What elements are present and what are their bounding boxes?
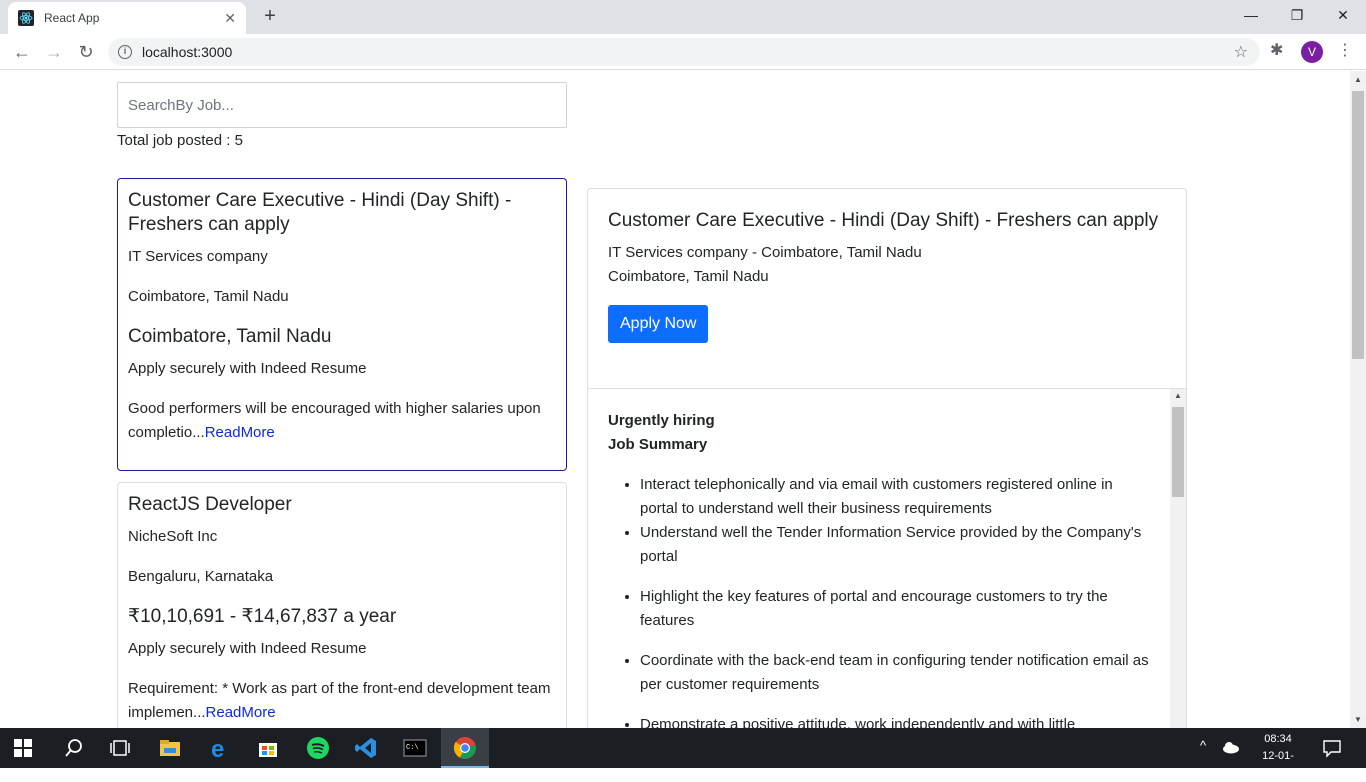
url-text[interactable]: localhost:3000: [142, 44, 232, 60]
tab-close-icon[interactable]: ✕: [224, 10, 236, 27]
chrome-taskbar-button[interactable]: [441, 728, 489, 768]
job-salary: ₹10,10,691 - ₹14,67,837 a year: [128, 606, 397, 627]
tab-title: React App: [44, 11, 100, 25]
job-description: Urgently hiring Job Summary Interact tel…: [588, 389, 1170, 728]
list-item: Coordinate with the back-end team in con…: [640, 649, 1150, 697]
page-scrollbar[interactable]: ▲ ▼: [1350, 71, 1366, 728]
clock-date: 12-01-2021: [1262, 750, 1294, 779]
description-scrollbar[interactable]: ▲: [1170, 389, 1186, 728]
responsibilities-list: Interact telephonically and via email wi…: [608, 473, 1150, 728]
back-icon[interactable]: ←: [10, 40, 34, 64]
notification-icon[interactable]: [1322, 738, 1342, 758]
scrollbar-thumb[interactable]: [1172, 407, 1184, 497]
detail-title: Customer Care Executive - Hindi (Day Shi…: [608, 210, 1159, 231]
detail-company-line: IT Services company - Coimbatore, Tamil …: [608, 244, 922, 261]
chrome-icon: [453, 737, 476, 759]
browser-tab-strip: React App ✕ + — ❐ ✕: [0, 0, 1366, 34]
info-icon[interactable]: i: [118, 45, 132, 59]
job-title: ReactJS Developer: [128, 494, 292, 515]
extensions-icon[interactable]: ✱: [1270, 40, 1283, 60]
urgently-hiring-heading: Urgently hiring: [608, 412, 715, 429]
job-apply-note: Apply securely with Indeed Resume: [128, 360, 367, 377]
vscode-icon[interactable]: [354, 736, 378, 760]
job-apply-note: Apply securely with Indeed Resume: [128, 640, 367, 657]
job-company: NicheSoft Inc: [128, 528, 218, 545]
list-item: Interact telephonically and via email wi…: [640, 473, 1150, 521]
bookmark-star-icon[interactable]: ☆: [1234, 42, 1248, 62]
scroll-up-icon[interactable]: ▲: [1174, 391, 1182, 400]
job-snippet-text: Good performers will be encouraged with …: [128, 400, 541, 441]
job-company: IT Services company: [128, 248, 268, 265]
svg-text:C:\: C:\: [406, 744, 419, 752]
scroll-up-icon[interactable]: ▲: [1354, 75, 1362, 84]
job-snippet: Requirement: * Work as part of the front…: [128, 677, 556, 725]
restore-button[interactable]: ❐: [1274, 0, 1320, 30]
minimize-button[interactable]: —: [1228, 0, 1274, 30]
browser-toolbar: ← → ↻ i localhost:3000 ☆: [0, 34, 1366, 70]
job-detail-header: Customer Care Executive - Hindi (Day Shi…: [588, 189, 1186, 389]
list-item: Demonstrate a positive attitude, work in…: [640, 713, 1150, 728]
list-item: Highlight the key features of portal and…: [640, 585, 1150, 633]
list-item: Understand well the Tender Information S…: [640, 521, 1150, 569]
job-title: Customer Care Executive - Hindi (Day Shi…: [128, 190, 512, 235]
weather-cloud-icon[interactable]: [1222, 740, 1240, 754]
total-jobs-label: Total job posted : 5: [117, 132, 243, 149]
windows-taskbar: e C:\ ^ 08:34 12-01-2021: [0, 728, 1366, 779]
job-card[interactable]: Customer Care Executive - Hindi (Day Shi…: [117, 178, 567, 471]
job-location: Coimbatore, Tamil Nadu: [128, 288, 289, 305]
search-input[interactable]: [117, 82, 567, 128]
scroll-down-icon[interactable]: ▼: [1354, 715, 1362, 724]
job-detail-panel: Customer Care Executive - Hindi (Day Shi…: [587, 188, 1187, 728]
scrollbar-thumb[interactable]: [1352, 91, 1364, 359]
store-icon[interactable]: [256, 736, 280, 760]
browser-tab[interactable]: React App ✕: [8, 2, 246, 34]
terminal-icon[interactable]: C:\: [403, 736, 427, 760]
tray-caret-icon[interactable]: ^: [1200, 738, 1206, 753]
windows-start-icon[interactable]: [14, 739, 32, 757]
svg-text:e: e: [211, 736, 224, 760]
job-snippet: Good performers will be encouraged with …: [128, 397, 556, 445]
readmore-link[interactable]: ReadMore: [206, 704, 276, 721]
job-snippet-text: Requirement: * Work as part of the front…: [128, 680, 551, 721]
readmore-link[interactable]: ReadMore: [205, 424, 275, 441]
spotify-icon[interactable]: [306, 736, 330, 760]
system-clock[interactable]: 08:34 12-01-2021: [1250, 731, 1306, 782]
clock-time: 08:34: [1264, 733, 1292, 745]
reload-icon[interactable]: ↻: [74, 40, 98, 64]
new-tab-button[interactable]: +: [258, 4, 282, 28]
browser-menu-icon[interactable]: ⋮: [1337, 40, 1353, 60]
search-icon[interactable]: [62, 736, 86, 760]
close-window-button[interactable]: ✕: [1320, 0, 1366, 30]
forward-icon[interactable]: →: [42, 40, 66, 64]
job-location: Bengaluru, Karnataka: [128, 568, 274, 585]
apply-now-button[interactable]: Apply Now: [608, 305, 709, 343]
job-highlight: Coimbatore, Tamil Nadu: [128, 326, 332, 347]
page-content: Total job posted : 5 Customer Care Execu…: [0, 71, 1350, 728]
job-card[interactable]: ReactJS Developer NicheSoft Inc Bengalur…: [117, 482, 567, 728]
job-summary-heading: Job Summary: [608, 436, 708, 453]
address-bar[interactable]: i localhost:3000 ☆: [108, 38, 1260, 66]
avatar[interactable]: V: [1301, 41, 1323, 63]
file-explorer-icon[interactable]: [158, 736, 182, 760]
detail-location: Coimbatore, Tamil Nadu: [608, 268, 769, 285]
edge-icon[interactable]: e: [208, 736, 232, 760]
task-view-icon[interactable]: [108, 736, 132, 760]
react-icon: [18, 10, 34, 26]
